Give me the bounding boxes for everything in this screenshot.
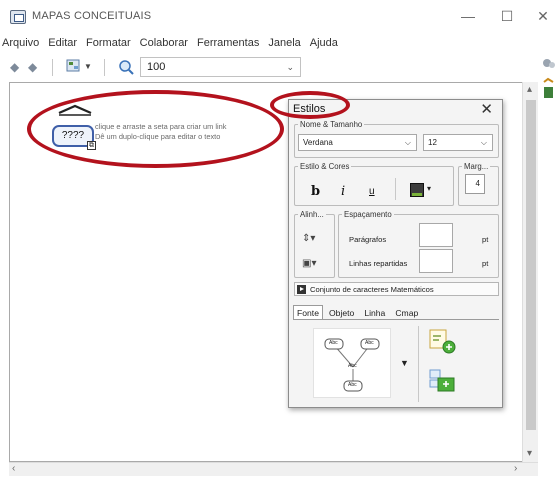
font-group-label: Nome & Tamanho (300, 120, 363, 129)
divider (418, 326, 419, 402)
view-icon[interactable] (66, 59, 82, 75)
minimize-button[interactable]: — (453, 6, 483, 26)
margin-input[interactable]: 4 (465, 174, 485, 194)
tab-linha[interactable]: Linha (360, 305, 389, 319)
menu-ajuda[interactable]: Ajuda (304, 34, 341, 52)
bold-button[interactable]: b (311, 184, 320, 199)
line-spacing-label: Linhas repartidas (349, 259, 408, 268)
menu-editar[interactable]: Editar (42, 34, 80, 52)
tab-objeto[interactable]: Objeto (325, 305, 358, 319)
font-name-select[interactable]: Verdana ⌵ (298, 134, 417, 151)
back-arrow-icon[interactable]: ◆ (10, 59, 19, 75)
paragraphs-label: Parágrafos (349, 235, 387, 244)
line-spacing-input[interactable] (419, 249, 453, 273)
styles-tabs: Fonte Objeto Linha Cmap (293, 305, 424, 319)
math-charset-toggle[interactable]: Conjunto de caracteres Matemáticos (294, 282, 499, 296)
expand-triangle-icon (297, 285, 306, 294)
side-tool-strip (540, 55, 558, 115)
chevron-down-icon: ⌵ (404, 138, 411, 147)
side-tools-icon[interactable] (540, 55, 558, 115)
vertical-scrollbar[interactable]: ▴ ▾ (522, 82, 538, 462)
paragraph-unit: pt (482, 235, 489, 244)
add-folder-icon[interactable] (428, 368, 456, 394)
annotation-ellipse (270, 91, 350, 119)
scroll-up-icon[interactable]: ▴ (527, 84, 532, 95)
tab-fonte[interactable]: Fonte (293, 305, 323, 319)
tab-cmap[interactable]: Cmap (391, 305, 422, 319)
forward-arrow-icon[interactable]: ◆ (28, 59, 37, 75)
style-preview-panel: Abc Abc Abc Abc ▼ (293, 319, 499, 403)
scroll-left-icon[interactable]: ‹ (12, 463, 15, 474)
underline-button[interactable]: u (369, 186, 375, 197)
menu-bar: Arquivo Editar Formatar Colaborar Ferram… (0, 34, 341, 52)
menu-formatar[interactable]: Formatar (80, 34, 134, 52)
spacing-label: Espaçamento (344, 210, 392, 219)
annotation-ellipse (27, 90, 284, 168)
font-size-value: 12 (428, 138, 437, 147)
chevron-down-icon[interactable]: ▾ (427, 184, 431, 193)
close-button[interactable]: ✕ (528, 6, 558, 26)
paragraph-spacing-input[interactable] (419, 223, 453, 247)
chevron-down-icon[interactable]: ▼ (400, 358, 409, 368)
menu-ferramentas[interactable]: Ferramentas (191, 34, 262, 52)
toolbar: ◆ ◆ ▼ 100 ⌄ (0, 55, 558, 81)
menu-janela[interactable]: Janela (262, 34, 303, 52)
style-preview-thumbnail[interactable]: Abc Abc Abc Abc (313, 328, 391, 398)
horizontal-align-icon[interactable]: ▣▾ (302, 258, 316, 269)
zoom-icon[interactable] (118, 59, 134, 75)
toolbar-divider (104, 59, 105, 76)
toolbar-divider (52, 59, 53, 76)
vertical-align-icon[interactable]: ⇕▾ (302, 233, 315, 244)
divider (395, 178, 396, 200)
node-label: Abc (365, 340, 374, 346)
italic-button[interactable]: i (341, 184, 345, 199)
chevron-down-icon: ⌵ (480, 138, 487, 147)
view-dropdown-icon[interactable]: ▼ (84, 59, 92, 75)
title-bar: MAPAS CONCEITUAIS — ☐ ✕ (0, 0, 558, 32)
new-style-icon[interactable] (428, 328, 456, 354)
styles-dialog: Estilos ✕ Nome & Tamanho Verdana ⌵ 12 ⌵ … (288, 99, 503, 408)
zoom-select[interactable]: 100 ⌄ (140, 57, 301, 77)
font-name-value: Verdana (303, 138, 333, 147)
menu-arquivo[interactable]: Arquivo (0, 34, 42, 52)
zoom-value: 100 (147, 61, 166, 73)
window-title: MAPAS CONCEITUAIS (32, 10, 152, 22)
scroll-right-icon[interactable]: › (514, 463, 517, 474)
node-label: Abc (329, 340, 338, 346)
chevron-down-icon: ⌄ (286, 62, 294, 72)
vertical-scroll-thumb[interactable] (526, 100, 536, 430)
align-label: Alinh... (300, 210, 324, 219)
app-icon (10, 10, 26, 24)
text-color-icon[interactable] (410, 183, 424, 197)
node-label: Abc (348, 363, 357, 369)
math-charset-label: Conjunto de caracteres Matemáticos (310, 285, 434, 294)
font-size-select[interactable]: 12 ⌵ (423, 134, 493, 151)
line-unit: pt (482, 259, 489, 268)
maximize-button[interactable]: ☐ (492, 6, 522, 26)
scroll-down-icon[interactable]: ▾ (527, 448, 532, 459)
node-label: Abc (348, 382, 357, 388)
horizontal-scrollbar[interactable]: ‹ › (9, 462, 538, 476)
close-icon[interactable]: ✕ (480, 100, 493, 118)
menu-colaborar[interactable]: Colaborar (134, 34, 191, 52)
